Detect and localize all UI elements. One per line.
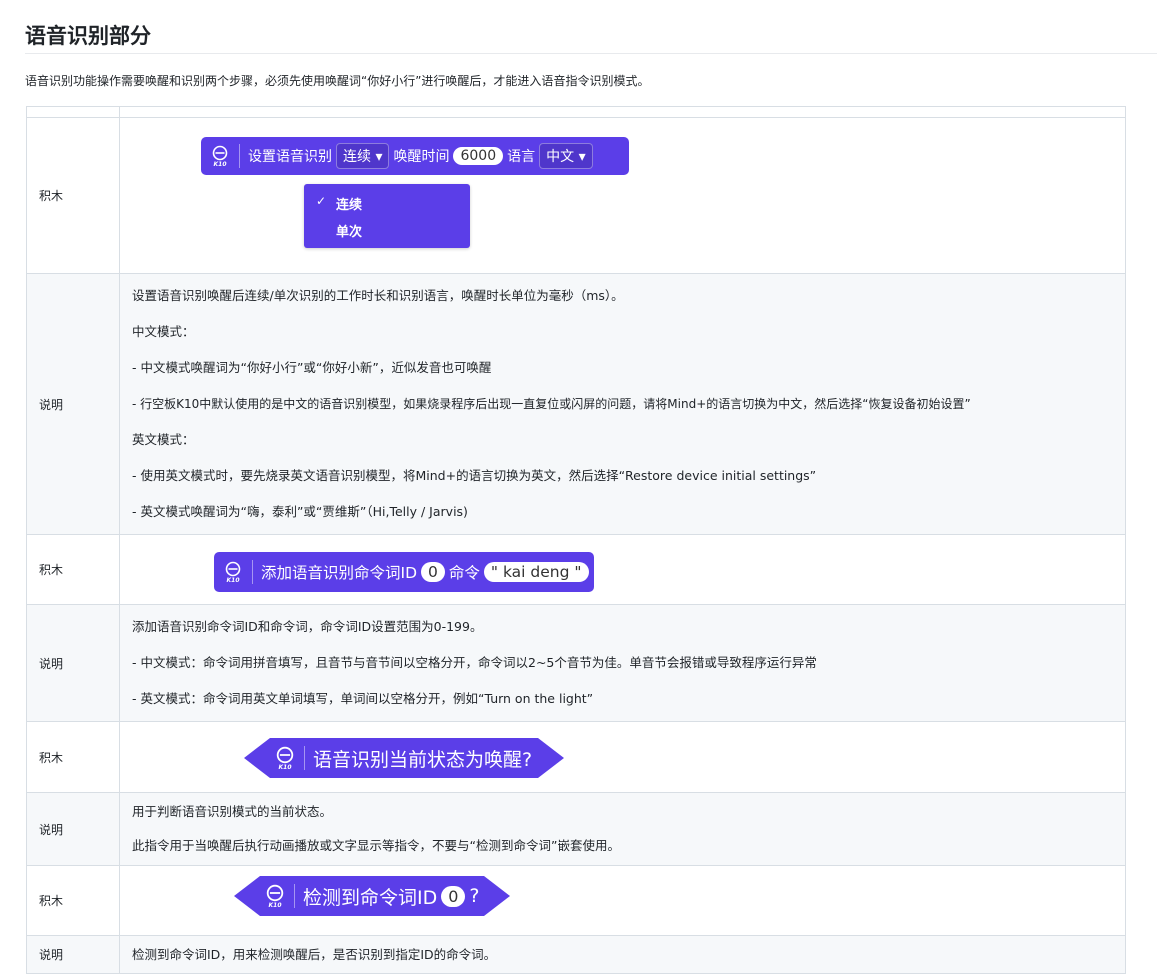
block-cell: K10 检测到命令词ID 0 ? (119, 865, 1126, 936)
description-line: 用于判断语音识别模式的当前状态。 (132, 804, 333, 819)
block-text: 唤醒时间 (393, 149, 450, 165)
menu-item-continuous[interactable]: 连续 (336, 194, 362, 213)
row-label: 说明 (26, 604, 120, 722)
block-text: 检测到命令词ID (303, 886, 438, 909)
row-label: 积木 (26, 865, 120, 936)
k10-icon: K10 (272, 746, 298, 771)
description-cell: 设置语音识别唤醒后连续/单次识别的工作时长和识别语言，唤醒时长单位为毫秒（ms）… (119, 273, 1126, 535)
block-cell: K10 设置语音识别 连续 ▾ 唤醒时间 6000 语言 中文 ▾ ✓ 连续 单… (119, 117, 1126, 274)
block-separator (252, 560, 253, 584)
block-separator (239, 144, 240, 168)
block-text: 命令 (448, 564, 480, 582)
row-label: 说明 (26, 792, 120, 866)
table-row: 积木 K10 语音识别当前状态为唤醒? (26, 721, 1126, 793)
description-line: 英文模式： (132, 432, 195, 447)
block-text: 设置语音识别 (248, 149, 332, 165)
title-divider (25, 53, 1157, 54)
table-row: 积木 K10 检测到命令词ID 0 ? (26, 865, 1126, 936)
description-line: - 英文模式：命令词用英文单词填写，单词间以空格分开，例如“Turn on th… (132, 691, 594, 706)
row-label: 积木 (26, 534, 120, 605)
wake-state-block[interactable]: K10 语音识别当前状态为唤醒? (244, 738, 564, 778)
row-label: 说明 (26, 935, 120, 974)
description-line: 添加语音识别命令词ID和命令词，命令词ID设置范围为0-199。 (132, 619, 483, 634)
wake-time-input[interactable]: 6000 (453, 147, 504, 165)
intro-paragraph: 语音识别功能操作需要唤醒和识别两个步骤，必须先使用唤醒词“你好小行”进行唤醒后，… (25, 74, 650, 88)
description-cell: 添加语音识别命令词ID和命令词，命令词ID设置范围为0-199。 - 中文模式：… (119, 604, 1126, 722)
description-line: 检测到命令词ID，用来检测唤醒后，是否识别到指定ID的命令词。 (132, 946, 497, 962)
block-separator (294, 884, 295, 908)
menu-item-single[interactable]: 单次 (336, 221, 362, 240)
table-row: 说明 设置语音识别唤醒后连续/单次识别的工作时长和识别语言，唤醒时长单位为毫秒（… (26, 273, 1126, 535)
block-text: ? (469, 885, 480, 907)
mode-dropdown-menu: ✓ 连续 单次 (304, 184, 470, 248)
row-label: 积木 (26, 117, 120, 274)
table-row: 说明 用于判断语音识别模式的当前状态。 此指令用于当唤醒后执行动画播放或文字显示… (26, 792, 1126, 866)
block-text: 语音识别当前状态为唤醒? (313, 748, 533, 771)
table-row: 积木 K10 设置语音识别 连续 ▾ 唤醒时间 6000 语言 中文 ▾ ✓ 连… (26, 117, 1126, 274)
command-id-input[interactable]: 0 (441, 886, 465, 907)
k10-icon: K10 (220, 561, 246, 584)
block-cell: K10 语音识别当前状态为唤醒? (119, 721, 1126, 793)
check-icon: ✓ (316, 194, 327, 208)
description-line: 此指令用于当唤醒后执行动画播放或文字显示等指令，不要与“检测到命令词”嵌套使用。 (132, 838, 620, 853)
description-line: - 英文模式唤醒词为“嗨，泰利”或“贾维斯”（Hi,Telly / Jarvis… (132, 504, 468, 519)
description-line: 中文模式： (132, 324, 195, 339)
blocks-table: 积木 K10 设置语音识别 连续 ▾ 唤醒时间 6000 语言 中文 ▾ ✓ 连… (26, 106, 1126, 974)
header-cell-empty (26, 106, 120, 118)
mode-dropdown[interactable]: 连续 ▾ (336, 143, 390, 169)
command-string-input[interactable]: " kai deng " (483, 562, 589, 582)
row-label: 积木 (26, 721, 120, 793)
table-row: 说明 检测到命令词ID，用来检测唤醒后，是否识别到指定ID的命令词。 (26, 935, 1126, 974)
description-line: - 中文模式唤醒词为“你好小行”或“你好小新”，近似发音也可唤醒 (132, 360, 492, 375)
block-text: 添加语音识别命令词ID (261, 564, 418, 582)
description-line: - 使用英文模式时，要先烧录英文语音识别模型，将Mind+的语言切换为英文，然后… (132, 468, 817, 483)
description-cell: 检测到命令词ID，用来检测唤醒后，是否识别到指定ID的命令词。 (119, 935, 1126, 974)
header-cell-empty (119, 106, 1126, 118)
detect-command-word-block[interactable]: K10 检测到命令词ID 0 ? (234, 876, 510, 916)
description-cell: 用于判断语音识别模式的当前状态。 此指令用于当唤醒后执行动画播放或文字显示等指令… (119, 792, 1126, 866)
language-dropdown[interactable]: 中文 ▾ (539, 143, 593, 169)
k10-icon: K10 (262, 884, 288, 909)
row-label: 说明 (26, 273, 120, 535)
table-header-row (26, 106, 1126, 118)
page-title: 语音识别部分 (25, 24, 151, 48)
description-line: 设置语音识别唤醒后连续/单次识别的工作时长和识别语言，唤醒时长单位为毫秒（ms）… (132, 288, 624, 303)
description-line: - 中文模式：命令词用拼音填写，且音节与音节间以空格分开，命令词以2~5个音节为… (132, 655, 817, 670)
add-command-word-block[interactable]: K10 添加语音识别命令词ID 0 命令 " kai deng " (214, 552, 594, 592)
command-id-input[interactable]: 0 (421, 562, 445, 582)
block-text: 语言 (507, 149, 536, 165)
set-speech-recognition-block[interactable]: K10 设置语音识别 连续 ▾ 唤醒时间 6000 语言 中文 ▾ (201, 137, 629, 175)
table-row: 说明 添加语音识别命令词ID和命令词，命令词ID设置范围为0-199。 - 中文… (26, 604, 1126, 722)
description-line: - 行空板K10中默认使用的是中文的语音识别模型，如果烧录程序后出现一直复位或闪… (132, 397, 971, 411)
table-row: 积木 K10 添加语音识别命令词ID 0 命令 " kai deng " (26, 534, 1126, 605)
k10-icon: K10 (207, 145, 233, 168)
block-separator (304, 746, 305, 770)
block-cell: K10 添加语音识别命令词ID 0 命令 " kai deng " (119, 534, 1126, 605)
